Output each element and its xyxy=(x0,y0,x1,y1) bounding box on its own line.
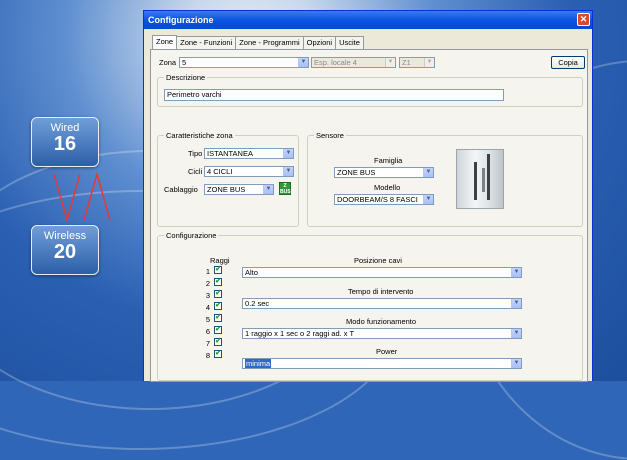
modo-funzionamento-value: 1 raggio x 1 sec o 2 raggi ad. x T xyxy=(245,329,355,338)
wireless-count-tile: Wireless 20 xyxy=(31,225,99,275)
tab-opzioni[interactable]: Opzioni xyxy=(302,36,337,49)
raggio-number: 6 xyxy=(205,327,210,336)
chevron-down-icon[interactable]: ▼ xyxy=(263,185,273,194)
caratteristiche-zona-group: Caratteristiche zona Tipo ISTANTANEA ▼ C… xyxy=(157,131,299,227)
input-select: Z1 ▼ xyxy=(399,57,435,68)
tempo-intervento-label: Tempo di intervento xyxy=(348,287,414,296)
close-button[interactable]: ✕ xyxy=(577,13,590,26)
zona-label: Zona xyxy=(159,58,177,67)
raggio-checkbox[interactable]: ✔ xyxy=(214,350,222,358)
raggio-checkbox[interactable]: ✔ xyxy=(214,326,222,334)
tipo-value: ISTANTANEA xyxy=(207,149,253,158)
raggio-checkbox[interactable]: ✔ xyxy=(214,314,222,322)
espansione-select: Esp. locale 4 ▼ xyxy=(311,57,396,68)
espansione-value: Esp. locale 4 xyxy=(314,58,357,67)
raggio-checkbox[interactable]: ✔ xyxy=(214,266,222,274)
raggio-checkbox[interactable]: ✔ xyxy=(214,278,222,286)
descrizione-input[interactable]: Perimetro varchi xyxy=(164,89,504,101)
raggio-number: 1 xyxy=(205,267,210,276)
window-title: Configurazione xyxy=(148,15,214,25)
descrizione-value: Perimetro varchi xyxy=(167,90,222,99)
famiglia-label: Famiglia xyxy=(374,156,403,165)
sensore-title: Sensore xyxy=(314,131,346,140)
descrizione-group: Descrizione Perimetro varchi xyxy=(157,73,583,107)
modello-select[interactable]: DOORBEAM/S 8 FASCI ▼ xyxy=(334,194,434,205)
chevron-down-icon: ▼ xyxy=(424,58,434,67)
sensore-group: Sensore Famiglia ZONE BUS ▼ Modello DOOR… xyxy=(307,131,583,227)
tab-uscite[interactable]: Uscite xyxy=(335,36,364,49)
tempo-intervento-value: 0.2 sec xyxy=(245,299,270,308)
modello-label: Modello xyxy=(374,183,401,192)
configurazione-title: Configurazione xyxy=(164,231,219,240)
tab-zone[interactable]: Zone xyxy=(152,35,178,49)
modo-funzionamento-label: Modo funzionamento xyxy=(346,317,417,326)
tipo-label: Tipo xyxy=(188,149,203,158)
descrizione-title: Descrizione xyxy=(164,73,208,82)
power-label: Power xyxy=(376,347,398,356)
zona-value: 5 xyxy=(182,58,187,67)
cablaggio-value: ZONE BUS xyxy=(207,185,246,194)
posizione-cavi-select[interactable]: Alto ▼ xyxy=(242,267,522,278)
famiglia-select[interactable]: ZONE BUS ▼ xyxy=(334,167,434,178)
chevron-down-icon[interactable]: ▼ xyxy=(511,268,521,277)
raggio-checkbox[interactable]: ✔ xyxy=(214,338,222,346)
raggio-number: 3 xyxy=(205,291,210,300)
power-select[interactable]: minima ▼ xyxy=(242,358,522,369)
raggio-number: 4 xyxy=(205,303,210,312)
input-value: Z1 xyxy=(402,58,411,67)
copia-button[interactable]: Copia xyxy=(551,56,585,69)
configurazione-group: Configurazione Raggi 1 ✔ 2 ✔ 3 ✔ 4 ✔ 5 ✔… xyxy=(157,231,583,381)
chevron-down-icon[interactable]: ▼ xyxy=(511,359,521,368)
raggio-number: 2 xyxy=(205,279,210,288)
configurazione-window: Configurazione ✕ Zone Zone - Funzioni Zo… xyxy=(143,10,593,382)
tipo-select[interactable]: ISTANTANEA ▼ xyxy=(204,148,294,159)
chevron-down-icon[interactable]: ▼ xyxy=(511,329,521,338)
caratteristiche-title: Caratteristiche zona xyxy=(164,131,235,140)
raggio-checkbox[interactable]: ✔ xyxy=(214,290,222,298)
cicli-value: 4 CICLI xyxy=(207,167,233,176)
cablaggio-label: Cablaggio xyxy=(164,185,198,194)
chevron-down-icon[interactable]: ▼ xyxy=(283,167,293,176)
chevron-down-icon[interactable]: ▼ xyxy=(298,58,308,67)
tempo-intervento-select[interactable]: 0.2 sec ▼ xyxy=(242,298,522,309)
wired-wireless-connector-icon xyxy=(53,172,111,223)
chevron-down-icon[interactable]: ▼ xyxy=(423,168,433,177)
posizione-cavi-value: Alto xyxy=(245,268,258,277)
zona-select[interactable]: 5 ▼ xyxy=(179,57,309,68)
cablaggio-select[interactable]: ZONE BUS ▼ xyxy=(204,184,274,195)
tab-zone-programmi[interactable]: Zone - Programmi xyxy=(235,36,304,49)
tab-zone-funzioni[interactable]: Zone - Funzioni xyxy=(176,36,237,49)
tab-strip: Zone Zone - Funzioni Zone - Programmi Op… xyxy=(152,35,364,49)
modello-value: DOORBEAM/S 8 FASCI xyxy=(337,195,418,204)
chevron-down-icon: ▼ xyxy=(385,58,395,67)
zone-tab-panel: Zona 5 ▼ Esp. locale 4 ▼ Z1 ▼ Copia Desc… xyxy=(150,49,588,382)
chevron-down-icon[interactable]: ▼ xyxy=(283,149,293,158)
wired-count-tile: Wired 16 xyxy=(31,117,99,167)
chevron-down-icon[interactable]: ▼ xyxy=(511,299,521,308)
wireless-count: 20 xyxy=(53,241,77,263)
posizione-cavi-label: Posizione cavi xyxy=(354,256,402,265)
doorbeam-sensor-icon xyxy=(456,149,504,209)
chevron-down-icon[interactable]: ▼ xyxy=(423,195,433,204)
power-value: minima xyxy=(245,359,272,368)
raggio-number: 8 xyxy=(205,351,210,360)
raggio-number: 5 xyxy=(205,315,210,324)
zone-bus-icon: Z BUS xyxy=(279,182,291,195)
raggio-checkbox[interactable]: ✔ xyxy=(214,302,222,310)
window-titlebar[interactable]: Configurazione ✕ xyxy=(144,11,592,29)
raggio-number: 7 xyxy=(205,339,210,348)
raggi-label: Raggi xyxy=(210,256,230,265)
modo-funzionamento-select[interactable]: 1 raggio x 1 sec o 2 raggi ad. x T ▼ xyxy=(242,328,522,339)
cicli-label: Cicli xyxy=(188,167,203,176)
wired-count: 16 xyxy=(53,133,77,155)
cicli-select[interactable]: 4 CICLI ▼ xyxy=(204,166,294,177)
famiglia-value: ZONE BUS xyxy=(337,168,376,177)
